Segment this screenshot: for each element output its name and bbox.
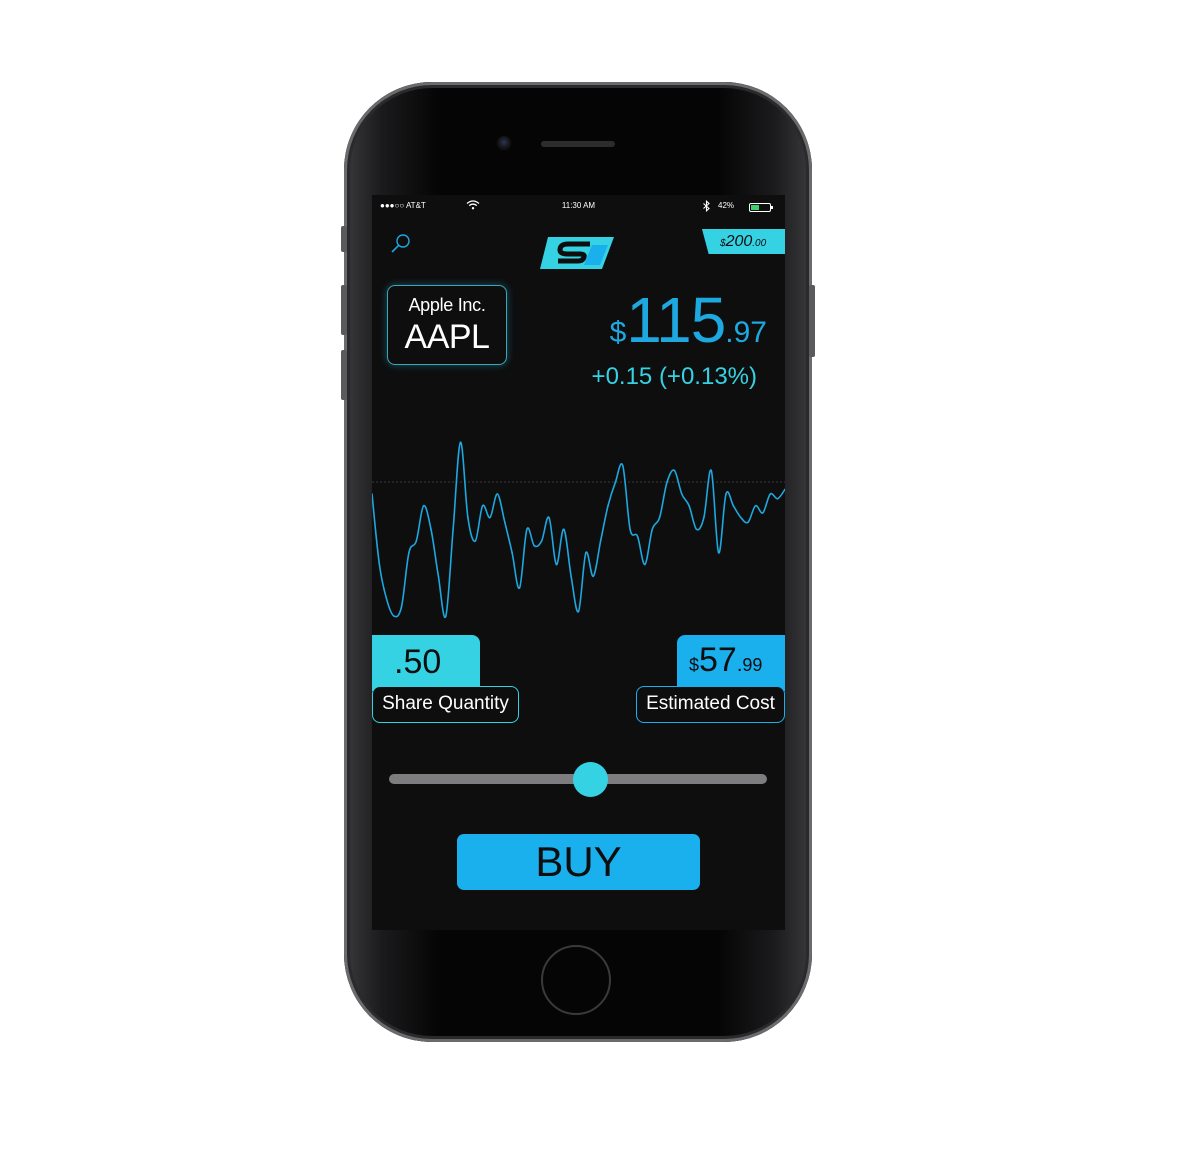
chart-point <box>681 493 683 495</box>
chart-point <box>754 505 757 507</box>
chart-point <box>599 540 602 542</box>
chart-point <box>437 575 440 578</box>
battery-icon <box>749 203 773 212</box>
price-chart <box>372 441 785 619</box>
volume-down-button <box>341 350 347 400</box>
chart-point <box>629 528 631 531</box>
app-screen: ●●●○○ AT&T 11:30 AM 42% $200.00 Apple In… <box>372 195 785 930</box>
chart-point <box>415 540 418 542</box>
quantity-slider-knob[interactable] <box>572 762 608 797</box>
mute-switch <box>341 226 347 252</box>
chart-point <box>703 516 705 519</box>
cost-cents: 99 <box>742 655 763 675</box>
chart-point <box>725 493 727 495</box>
bluetooth-icon <box>702 199 711 214</box>
earpiece-speaker <box>541 141 615 147</box>
price-cents: 97 <box>733 316 767 349</box>
estimated-cost-label[interactable]: Estimated Cost <box>636 686 785 723</box>
power-button <box>809 285 815 357</box>
chart-point <box>740 516 742 519</box>
chart-point <box>378 563 381 566</box>
balance-cents: .00 <box>752 238 767 249</box>
chart-point <box>607 505 609 507</box>
chart-point <box>762 512 764 514</box>
chart-point <box>592 575 595 578</box>
chart-point <box>540 540 543 542</box>
estimated-cost-value: $57.99 <box>677 635 785 691</box>
chart-point <box>563 528 565 531</box>
front-camera <box>497 136 511 150</box>
buy-button[interactable]: BUY <box>457 834 700 890</box>
chart-point <box>732 505 735 507</box>
status-bar: ●●●○○ AT&T 11:30 AM 42% <box>372 199 785 215</box>
chart-point <box>585 552 587 554</box>
ticker-card[interactable]: Apple Inc. AAPL <box>387 285 507 365</box>
chart-point <box>695 528 698 531</box>
price-change: +0.15 (+0.13%) <box>591 363 757 390</box>
chart-point <box>688 505 690 507</box>
chart-point <box>459 441 462 444</box>
chart-point <box>408 552 410 554</box>
chart-point <box>386 599 388 601</box>
share-quantity-value: .50 <box>372 635 480 691</box>
home-button[interactable] <box>541 945 611 1015</box>
chart-point <box>533 544 536 547</box>
chart-point <box>548 516 550 519</box>
chart-point <box>673 469 676 472</box>
chart-point <box>651 528 654 531</box>
price-dot: . <box>725 316 734 349</box>
chart-point <box>526 528 528 531</box>
share-quantity-label[interactable]: Share Quantity <box>372 686 519 723</box>
account-balance[interactable]: $200.00 <box>702 229 785 254</box>
chart-point <box>769 493 772 495</box>
chart-point <box>747 521 749 523</box>
chart-point <box>496 493 499 495</box>
chart-point <box>467 516 469 519</box>
chart-point <box>422 505 425 507</box>
chart-point <box>644 563 646 566</box>
chart-point <box>776 497 779 500</box>
chart-point <box>555 563 558 566</box>
chart-point <box>511 552 513 554</box>
chart-point <box>400 606 403 608</box>
chart-point <box>577 610 580 613</box>
price-currency: $ <box>609 316 627 349</box>
chart-point <box>717 552 720 554</box>
chart-point <box>504 521 506 523</box>
chart-point <box>452 528 454 531</box>
chart-point <box>710 469 713 472</box>
chart-point <box>430 528 432 531</box>
chart-point <box>445 615 447 617</box>
cost-main: 57 <box>699 641 737 679</box>
cost-currency: $ <box>689 655 700 675</box>
chart-point <box>614 481 617 484</box>
chart-series-line <box>372 441 785 619</box>
stock-price: $115.97 <box>582 283 767 357</box>
company-name: Apple Inc. <box>408 295 486 315</box>
chart-point <box>666 481 668 484</box>
app-logo-s-icon <box>540 233 616 273</box>
chart-point <box>622 465 624 467</box>
price-main: 115 <box>626 284 726 356</box>
search-icon[interactable] <box>390 233 412 255</box>
chart-point <box>393 615 395 617</box>
ticker-symbol: AAPL <box>404 318 490 356</box>
chart-point <box>489 516 491 519</box>
chart-point <box>570 575 572 578</box>
chart-point <box>636 535 639 538</box>
chart-point <box>518 587 521 589</box>
chart-point <box>658 516 661 519</box>
battery-percent: 42% <box>718 201 735 210</box>
battery-fill <box>751 205 759 210</box>
balance-main: 200 <box>725 233 753 250</box>
chart-point <box>474 540 477 542</box>
chart-point <box>481 505 484 507</box>
volume-up-button <box>341 285 347 335</box>
